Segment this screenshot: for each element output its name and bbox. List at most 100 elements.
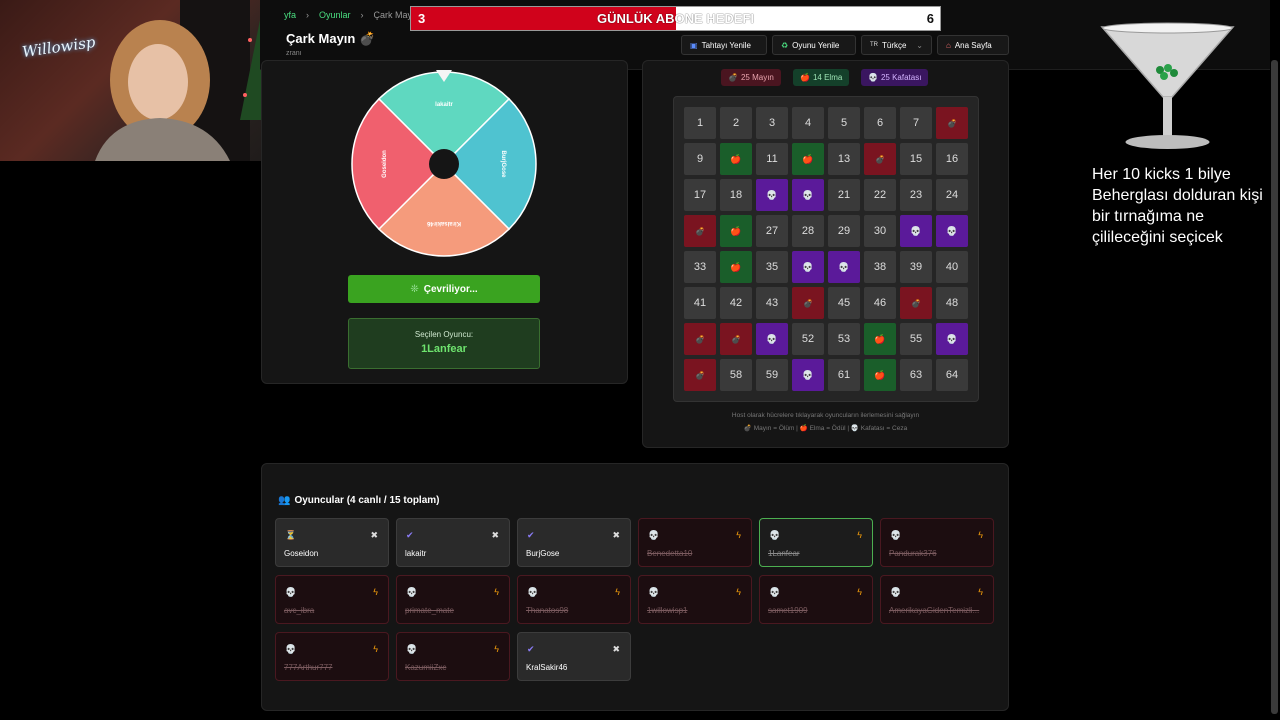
scrollbar[interactable] [1271,60,1278,714]
board-cell[interactable]: 58 [720,359,752,391]
player-card[interactable]: 💀 ϟ primate_mate [396,575,510,624]
board-cell[interactable]: 48 [936,287,968,319]
revive-icon[interactable]: ϟ [494,644,499,654]
language-select[interactable]: TR Türkçe ⌄ [861,35,932,55]
player-card[interactable]: 💀 ϟ 1Lanfear [759,518,873,567]
revive-icon[interactable]: ϟ [373,644,378,654]
board-cell-mine[interactable]: 💣 [720,323,752,355]
board-cell[interactable]: 21 [828,179,860,211]
player-card[interactable]: 💀 ϟ Thanatos98 [517,575,631,624]
board-cell-mine[interactable]: 💣 [900,287,932,319]
board-cell[interactable]: 2 [720,107,752,139]
player-card[interactable]: 💀 ϟ 777Arthur777 [275,632,389,681]
board-cell[interactable]: 41 [684,287,716,319]
board-cell[interactable]: 61 [828,359,860,391]
breadcrumb-home[interactable]: yfa [284,10,296,20]
board-cell[interactable]: 33 [684,251,716,283]
board-cell-mine[interactable]: 💣 [792,287,824,319]
player-card[interactable]: 💀 ϟ KazumiiZxc [396,632,510,681]
revive-icon[interactable]: ϟ [978,530,983,540]
board-cell[interactable]: 64 [936,359,968,391]
board-cell[interactable]: 18 [720,179,752,211]
board-cell-skull[interactable]: 💀 [756,179,788,211]
spin-button[interactable]: ❊ Çevriliyor... [348,275,540,303]
board-cell-apple[interactable]: 🍎 [864,323,896,355]
revive-icon[interactable]: ϟ [978,587,983,597]
board-cell[interactable]: 29 [828,215,860,247]
player-card[interactable]: ⏳ ✖ Goseidon [275,518,389,567]
revive-icon[interactable]: ϟ [373,587,378,597]
board-cell-mine[interactable]: 💣 [684,215,716,247]
refresh-board-button[interactable]: ▣ Tahtayı Yenile [681,35,767,55]
spin-wheel[interactable]: lakaitr BurjGose Kiralsakir46 Goseidon [348,68,540,260]
breadcrumb-games[interactable]: Oyunlar [319,10,351,20]
board-cell[interactable]: 13 [828,143,860,175]
eliminate-icon[interactable]: ✖ [612,644,620,655]
board-cell[interactable]: 45 [828,287,860,319]
eliminate-icon[interactable]: ✖ [370,530,378,541]
player-card[interactable]: ✔ ✖ lakaitr [396,518,510,567]
board-cell[interactable]: 1 [684,107,716,139]
revive-icon[interactable]: ϟ [736,530,741,540]
revive-icon[interactable]: ϟ [857,530,862,540]
eliminate-icon[interactable]: ✖ [491,530,499,541]
board-cell-skull[interactable]: 💀 [792,251,824,283]
board-cell[interactable]: 43 [756,287,788,319]
board-cell[interactable]: 23 [900,179,932,211]
board-cell[interactable]: 40 [936,251,968,283]
board-cell-skull[interactable]: 💀 [792,359,824,391]
board-cell[interactable]: 55 [900,323,932,355]
board-cell[interactable]: 17 [684,179,716,211]
revive-icon[interactable]: ϟ [494,587,499,597]
board-cell[interactable]: 9 [684,143,716,175]
eliminate-icon[interactable]: ✖ [612,530,620,541]
board-cell-skull[interactable]: 💀 [756,323,788,355]
board-cell-apple[interactable]: 🍎 [720,251,752,283]
player-card[interactable]: 💀 ϟ samet1909 [759,575,873,624]
player-card[interactable]: ✔ ✖ KralSakir46 [517,632,631,681]
board-cell-apple[interactable]: 🍎 [864,359,896,391]
board-cell[interactable]: 22 [864,179,896,211]
board-cell-skull[interactable]: 💀 [828,251,860,283]
player-card[interactable]: 💀 ϟ 1willowisp1 [638,575,752,624]
board-cell[interactable]: 30 [864,215,896,247]
board-cell-mine[interactable]: 💣 [936,107,968,139]
board-cell[interactable]: 16 [936,143,968,175]
player-card[interactable]: 💀 ϟ AmerikayaGidenTemizli... [880,575,994,624]
player-card[interactable]: ✔ ✖ BurjGose [517,518,631,567]
board-cell[interactable]: 28 [792,215,824,247]
revive-icon[interactable]: ϟ [857,587,862,597]
board-cell-mine[interactable]: 💣 [864,143,896,175]
board-cell[interactable]: 24 [936,179,968,211]
board-cell[interactable]: 15 [900,143,932,175]
board-cell-skull[interactable]: 💀 [900,215,932,247]
board-cell[interactable]: 27 [756,215,788,247]
board-cell-mine[interactable]: 💣 [684,359,716,391]
player-card[interactable]: 💀 ϟ avc_ibra [275,575,389,624]
board-cell-apple[interactable]: 🍎 [720,215,752,247]
revive-icon[interactable]: ϟ [615,587,620,597]
board-cell[interactable]: 3 [756,107,788,139]
board-cell[interactable]: 5 [828,107,860,139]
board-cell[interactable]: 52 [792,323,824,355]
board-cell[interactable]: 53 [828,323,860,355]
board-cell-apple[interactable]: 🍎 [720,143,752,175]
board-cell[interactable]: 46 [864,287,896,319]
board-cell[interactable]: 11 [756,143,788,175]
board-cell-skull[interactable]: 💀 [936,215,968,247]
board-cell[interactable]: 4 [792,107,824,139]
board-cell[interactable]: 42 [720,287,752,319]
board-cell-mine[interactable]: 💣 [684,323,716,355]
board-cell[interactable]: 63 [900,359,932,391]
player-card[interactable]: 💀 ϟ Pandurak376 [880,518,994,567]
board-cell[interactable]: 39 [900,251,932,283]
board-cell-apple[interactable]: 🍎 [792,143,824,175]
board-cell[interactable]: 6 [864,107,896,139]
player-card[interactable]: 💀 ϟ Benedetta10 [638,518,752,567]
board-cell[interactable]: 7 [900,107,932,139]
new-game-button[interactable]: ♻ Oyunu Yenile [772,35,856,55]
board-cell[interactable]: 59 [756,359,788,391]
home-button[interactable]: ⌂ Ana Sayfa [937,35,1009,55]
board-cell-skull[interactable]: 💀 [936,323,968,355]
revive-icon[interactable]: ϟ [736,587,741,597]
